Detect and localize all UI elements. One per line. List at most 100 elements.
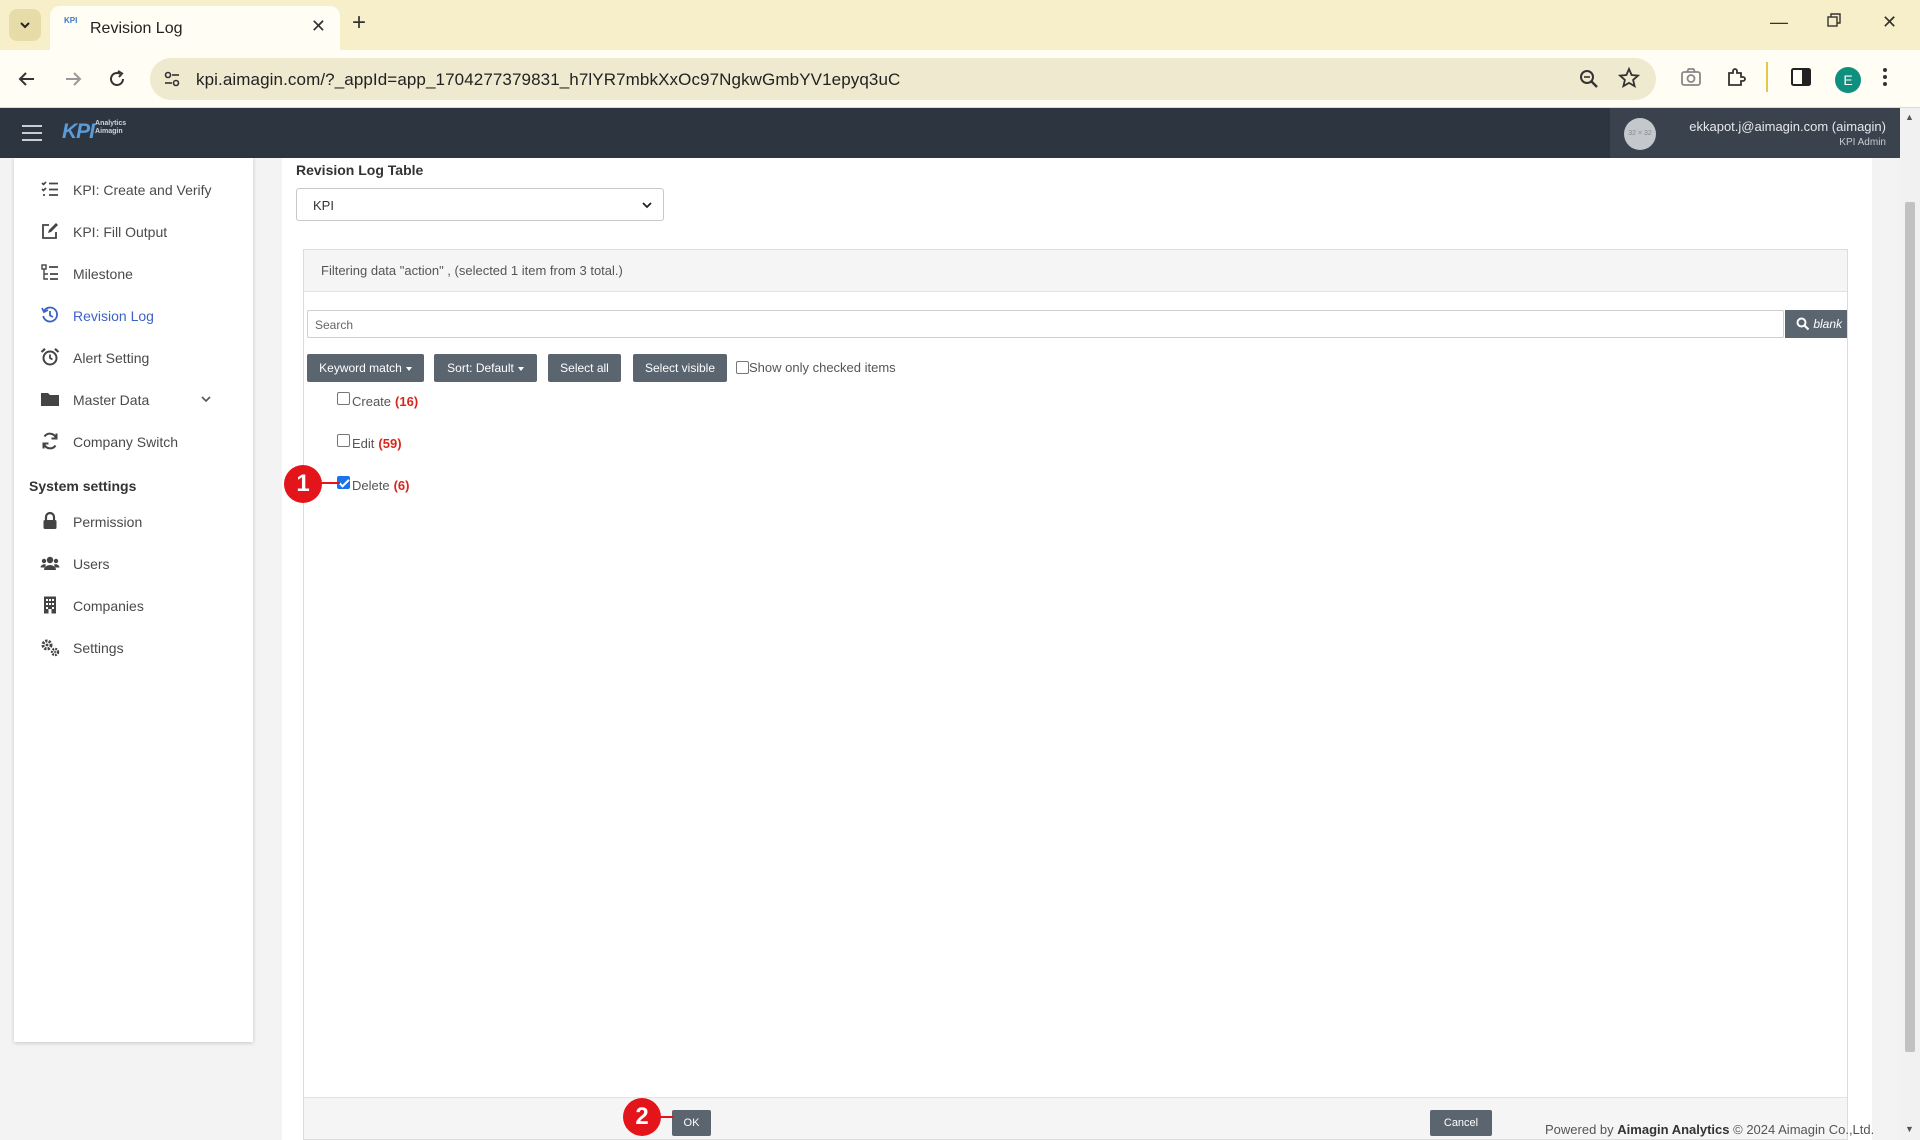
chevron-down-icon: [642, 202, 652, 209]
sidebar-item-label: Master Data: [73, 392, 150, 408]
address-bar[interactable]: kpi.aimagin.com/?_appId=app_170427737983…: [150, 58, 1656, 100]
sidebar-item-revision-log[interactable]: Revision Log: [14, 298, 253, 334]
plus-icon[interactable]: +: [352, 11, 366, 35]
footer-brand[interactable]: Aimagin Analytics: [1617, 1122, 1729, 1137]
scroll-down-icon[interactable]: ▼: [1905, 1124, 1914, 1134]
scrollbar-thumb[interactable]: [1905, 202, 1915, 1052]
avatar: 32 × 32: [1624, 118, 1656, 150]
sidebar-item-label: KPI: Fill Output: [73, 224, 168, 240]
camera-icon[interactable]: [1680, 66, 1702, 93]
alarm-icon: [40, 347, 60, 366]
option-label: Create: [352, 394, 392, 409]
close-window-icon[interactable]: ✕: [1882, 12, 1897, 33]
show-checked-checkbox[interactable]: [736, 361, 749, 374]
tasks-icon: [41, 264, 58, 280]
restore-icon[interactable]: [1826, 12, 1842, 33]
sidebar-item-settings[interactable]: Settings: [14, 630, 253, 666]
close-icon[interactable]: ✕: [311, 16, 326, 37]
filter-option-edit[interactable]: Edit (59): [337, 434, 402, 451]
app-logo[interactable]: KPIAnalytics Aimagin: [62, 120, 126, 144]
checkbox-create[interactable]: [337, 392, 350, 405]
browser-toolbar: kpi.aimagin.com/?_appId=app_170427737983…: [0, 50, 1920, 108]
sidebar-item-kpi-create[interactable]: KPI: Create and Verify: [14, 172, 253, 208]
filter-header-text: Filtering data "action" , (selected 1 it…: [321, 263, 623, 278]
option-label: Delete: [352, 478, 390, 493]
minimize-icon[interactable]: —: [1770, 12, 1788, 33]
select-all-button[interactable]: Select all: [548, 354, 621, 382]
edit-icon: [42, 223, 58, 239]
scroll-up-icon[interactable]: ▲: [1905, 112, 1914, 122]
filter-option-delete[interactable]: Delete (6): [337, 476, 409, 493]
sidebar-item-label: KPI: Create and Verify: [73, 182, 212, 198]
sidebar-item-kpi-fill-output[interactable]: KPI: Fill Output: [14, 214, 253, 250]
building-icon: [44, 596, 56, 614]
zoom-icon[interactable]: [1578, 68, 1600, 95]
caret-down-icon: [405, 366, 412, 371]
ok-button[interactable]: OK: [672, 1110, 711, 1136]
blank-label: blank: [1813, 317, 1842, 331]
sidebar-item-alert-setting[interactable]: Alert Setting: [14, 340, 253, 376]
users-icon: [40, 556, 60, 570]
revision-log-table-select[interactable]: KPI: [296, 188, 664, 221]
sidebar-item-master-data[interactable]: Master Data: [14, 382, 253, 418]
cancel-button[interactable]: Cancel: [1430, 1110, 1492, 1136]
filter-search-input[interactable]: Search: [307, 310, 1784, 338]
keyword-match-button[interactable]: Keyword match: [307, 354, 424, 382]
blank-button[interactable]: blank: [1813, 310, 1847, 338]
search-placeholder: Search: [315, 318, 354, 332]
lock-icon: [43, 511, 57, 529]
checkbox-edit[interactable]: [337, 434, 350, 447]
sidebar-item-label: Settings: [73, 640, 124, 656]
page-scrollbar[interactable]: ▲ ▼: [1900, 108, 1920, 1140]
filter-header: Filtering data "action" , (selected 1 it…: [304, 250, 1847, 292]
tab-title: Revision Log: [90, 20, 183, 37]
sidebar-item-users[interactable]: Users: [14, 546, 253, 582]
side-panel-icon[interactable]: [1790, 66, 1812, 93]
sidebar-item-milestone[interactable]: Milestone: [14, 256, 253, 292]
browser-tab[interactable]: KPI Revision Log ✕: [50, 6, 340, 50]
option-label: Edit: [352, 436, 375, 451]
history-icon: [41, 306, 58, 323]
sync-icon: [42, 432, 58, 450]
chevron-down-icon[interactable]: [200, 393, 212, 405]
profile-avatar[interactable]: E: [1835, 67, 1861, 93]
extensions-icon[interactable]: [1725, 66, 1747, 93]
list-check-icon: [41, 181, 58, 196]
select-visible-button[interactable]: Select visible: [633, 354, 727, 382]
main-content: Revision Log Table KPI Filtering data "a…: [282, 158, 1872, 1140]
sort-button[interactable]: Sort: Default: [434, 354, 537, 382]
gears-icon: [41, 639, 60, 657]
sort-label: Sort: Default: [447, 361, 514, 375]
sidebar-item-company-switch[interactable]: Company Switch: [14, 424, 253, 460]
star-icon[interactable]: [1617, 66, 1641, 94]
option-count: (59): [378, 436, 402, 451]
url-text: kpi.aimagin.com/?_appId=app_170427737983…: [196, 70, 901, 89]
sidebar-item-companies[interactable]: Companies: [14, 588, 253, 624]
toolbar-divider: [1766, 62, 1768, 92]
logo-sub1: Analytics: [95, 120, 127, 127]
show-only-checked-toggle[interactable]: Show only checked items: [736, 360, 896, 375]
revision-log-table-label: Revision Log Table: [296, 162, 424, 178]
user-menu[interactable]: 32 × 32 ekkapot.j@aimagin.com (aimagin) …: [1610, 108, 1900, 158]
site-info-icon[interactable]: [162, 69, 182, 94]
hamburger-icon[interactable]: [22, 125, 42, 141]
annotation-marker-2: 2: [623, 1098, 661, 1136]
search-icon: [1796, 317, 1810, 331]
filter-panel: Filtering data "action" , (selected 1 it…: [303, 249, 1848, 1140]
more-menu-icon[interactable]: [1882, 66, 1888, 93]
reload-icon[interactable]: [102, 64, 132, 94]
logo-subtext: Analytics Aimagin: [95, 120, 126, 136]
back-icon[interactable]: [12, 64, 42, 94]
favicon-icon: KPI: [64, 16, 78, 25]
user-role: KPI Admin: [1839, 137, 1886, 148]
forward-icon[interactable]: [58, 64, 88, 94]
filter-option-create[interactable]: Create (16): [337, 392, 418, 409]
caret-down-icon: [517, 366, 524, 371]
logo-text: KPI: [62, 120, 95, 143]
select-value: KPI: [313, 198, 334, 213]
sidebar-item-permission[interactable]: Permission: [14, 504, 253, 540]
tab-search-icon[interactable]: [9, 9, 41, 41]
browser-tab-bar: KPI Revision Log ✕ + — ✕: [0, 0, 1920, 50]
sidebar: KPI: Create and Verify KPI: Fill Output …: [14, 158, 253, 1042]
app-header: KPIAnalytics Aimagin 32 × 32 ekkapot.j@ai…: [0, 108, 1900, 158]
